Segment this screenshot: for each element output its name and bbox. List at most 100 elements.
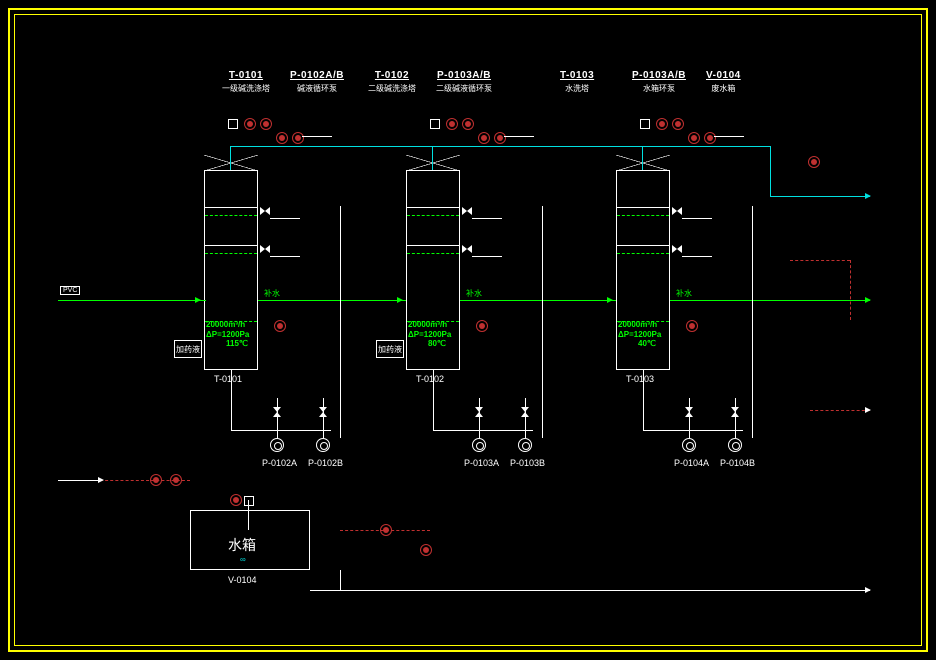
makeup-water-label: 补水 xyxy=(676,288,692,299)
instrument-icon xyxy=(150,474,162,486)
pipe-tank-out xyxy=(340,570,341,590)
valve-icon xyxy=(731,407,739,417)
equip-header: T-0102二级碱洗涤塔 xyxy=(368,70,416,94)
pipe-overhead xyxy=(230,146,770,147)
pipe-drain-1 xyxy=(231,370,232,430)
equip-tag: T-0103 xyxy=(560,70,594,81)
tower-stats: 20000m³/hΔP=1200Pa115℃ xyxy=(206,320,249,349)
valve-icon xyxy=(462,207,472,215)
arrow-icon xyxy=(865,407,871,413)
pipe-ov-d2 xyxy=(432,146,433,170)
equip-desc: 二级碱洗涤塔 xyxy=(368,83,416,94)
pipe-ov-out xyxy=(770,196,870,197)
inst-box-icon xyxy=(430,119,440,129)
instrument-icon xyxy=(656,118,668,130)
pump-icon xyxy=(316,438,330,452)
pipe-recycle-riser xyxy=(340,206,341,438)
pipe-left-in xyxy=(58,480,98,481)
valve-icon xyxy=(672,207,682,215)
pipe-pump-suction xyxy=(689,398,690,438)
valve-icon xyxy=(521,407,529,417)
equip-header: V-0104废水箱 xyxy=(706,70,741,94)
arrow-icon xyxy=(397,297,403,303)
arrow-icon xyxy=(195,297,201,303)
tank-tag: V-0104 xyxy=(228,575,257,585)
valve-icon xyxy=(462,245,472,253)
pump-icon xyxy=(728,438,742,452)
infinity-icon: ∞ xyxy=(240,555,246,564)
equip-tag: T-0101 xyxy=(222,70,270,81)
equip-desc: 水洗塔 xyxy=(560,83,594,94)
pump-icon xyxy=(518,438,532,452)
control-line xyxy=(790,260,850,261)
equip-desc: 水箱环泵 xyxy=(632,83,686,94)
equip-header: P-0103A/B 水箱环泵 xyxy=(632,70,686,94)
control-line xyxy=(810,410,870,411)
pipe-gas-1-2 xyxy=(258,300,406,301)
pipe-pump-suction xyxy=(525,398,526,438)
dosing-box: 加药液 xyxy=(174,340,202,358)
valve-icon xyxy=(260,245,270,253)
instrument-icon xyxy=(446,118,458,130)
dosing-box: 加药液 xyxy=(376,340,404,358)
pipe-pump-suction xyxy=(735,398,736,438)
instrument-icon xyxy=(260,118,272,130)
spray-tier-tag xyxy=(270,248,300,257)
instrument-icon xyxy=(688,132,700,144)
tower-tag: T-0103 xyxy=(626,374,654,384)
valve-icon xyxy=(475,407,483,417)
tower-tag: T-0101 xyxy=(214,374,242,384)
pump-tag: P-0102B xyxy=(308,458,343,468)
valve-icon xyxy=(273,407,281,417)
equip-tag: V-0104 xyxy=(706,70,741,81)
tank-label: 水箱 xyxy=(228,535,256,555)
pipe-ov-d3 xyxy=(642,146,643,170)
instrument-icon xyxy=(420,544,432,556)
valve-icon xyxy=(685,407,693,417)
valve-icon xyxy=(319,407,327,417)
makeup-water-label: 补水 xyxy=(264,288,280,299)
instrument-icon xyxy=(170,474,182,486)
pump-tag: P-0103B xyxy=(510,458,545,468)
pump-tag: P-0104B xyxy=(720,458,755,468)
instrument-icon xyxy=(380,524,392,536)
pipe-ov-d4 xyxy=(770,146,771,196)
instrument-icon xyxy=(476,320,488,332)
pipe-gas-out xyxy=(670,300,870,301)
makeup-water-label: 补水 xyxy=(466,288,482,299)
pump-tag: P-0103A xyxy=(464,458,499,468)
pipe-ov-d1 xyxy=(230,146,231,170)
equip-header: T-0101一级碱洗涤塔 xyxy=(222,70,270,94)
pipe-pump-suction xyxy=(277,398,278,438)
spray-tier-tag xyxy=(682,210,712,219)
equip-header: T-0103 水洗塔 xyxy=(560,70,594,94)
spray-tier-tag xyxy=(682,248,712,257)
arrow-icon xyxy=(98,477,104,483)
instrument-icon xyxy=(274,320,286,332)
pump-tag: P-0102A xyxy=(262,458,297,468)
equip-tag: P-0103A/B xyxy=(436,70,492,81)
spray-tier-tag xyxy=(472,248,502,257)
valve-icon xyxy=(260,207,270,215)
spray-tier-tag xyxy=(472,210,502,219)
tower-stats: 20000m³/hΔP=1200Pa80℃ xyxy=(408,320,451,349)
instrument-icon xyxy=(478,132,490,144)
instrument-icon xyxy=(672,118,684,130)
equip-header: P-0103A/B 二级碱液循环泵 xyxy=(436,70,492,94)
equip-tag: P-0103A/B xyxy=(632,70,686,81)
equip-header: P-0102A/B碱液循环泵 xyxy=(290,70,344,94)
instrument-icon xyxy=(276,132,288,144)
cad-canvas: T-0101一级碱洗涤塔 P-0102A/B碱液循环泵 T-0102二级碱洗涤塔 P-… xyxy=(0,0,936,660)
pump-icon xyxy=(682,438,696,452)
inst-box-icon xyxy=(228,119,238,129)
equip-desc: 二级碱液循环泵 xyxy=(436,83,492,94)
motor-icon xyxy=(244,496,254,506)
pipe-pump-suction xyxy=(479,398,480,438)
pipe-to-pump-3 xyxy=(643,430,743,431)
tower-stats: 20000m³/hΔP=1200Pa40℃ xyxy=(618,320,661,349)
pump-icon xyxy=(472,438,486,452)
pipe-pump-suction xyxy=(323,398,324,438)
instrument-icon xyxy=(244,118,256,130)
inst-tag-line xyxy=(714,128,744,137)
inst-tag-line xyxy=(504,128,534,137)
